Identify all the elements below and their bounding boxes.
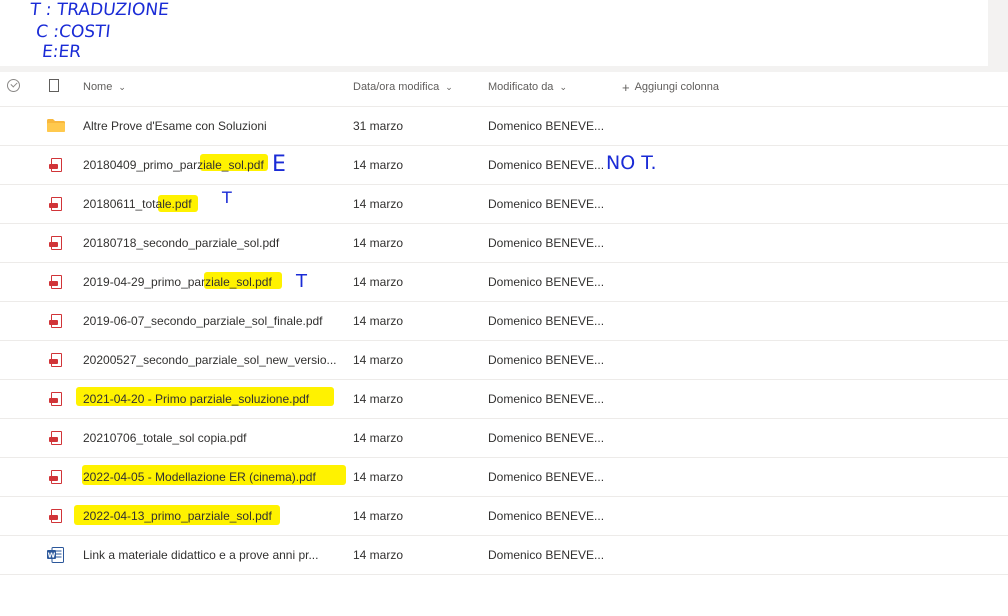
handwritten-note-line1: T : TRADUZIONE — [28, 0, 170, 20]
file-name[interactable]: 20180409_primo_parziale_sol.pdf — [83, 158, 264, 172]
modified-date: 14 marzo — [353, 314, 404, 328]
list-item[interactable]: 2019-04-29_primo_parziale_sol.pdf 14 mar… — [0, 263, 1008, 302]
file-name[interactable]: 2022-04-13_primo_parziale_sol.pdf — [83, 509, 272, 523]
header-modified-by-label: Modificato da — [488, 81, 554, 93]
svg-text:W: W — [48, 552, 56, 560]
list-item[interactable]: 2022-04-13_primo_parziale_sol.pdf 14 mar… — [0, 497, 1008, 536]
list-item[interactable]: 20210706_totale_sol copia.pdf 14 marzo D… — [0, 419, 1008, 458]
list-item[interactable]: 2022-04-05 - Modellazione ER (cinema).pd… — [0, 458, 1008, 497]
modified-date: 14 marzo — [353, 431, 404, 445]
pdf-icon — [49, 509, 63, 524]
chevron-down-icon: ⌄ — [118, 81, 126, 92]
list-item[interactable]: 20200527_secondo_parziale_sol_new_versio… — [0, 341, 1008, 380]
modified-by: Domenico BENEVE... — [488, 158, 605, 172]
chevron-down-icon: ⌄ — [559, 81, 567, 92]
file-name[interactable]: 2019-04-29_primo_parziale_sol.pdf — [83, 275, 272, 289]
header-modified[interactable]: Data/ora modifica ⌄ — [353, 80, 453, 94]
pdf-icon — [49, 197, 63, 212]
modified-by: Domenico BENEVE... — [488, 353, 605, 367]
file-name[interactable]: 20180611_totale.pdf — [83, 197, 192, 211]
header-modified-by[interactable]: Modificato da ⌄ — [488, 80, 567, 94]
file-name[interactable]: 20180718_secondo_parziale_sol.pdf — [83, 236, 279, 250]
header-name-label: Nome — [83, 81, 113, 93]
handwritten-mark-t: T — [296, 271, 307, 292]
file-list: Altre Prove d'Esame con Soluzioni 31 mar… — [0, 107, 1008, 575]
modified-by: Domenico BENEVE... — [488, 509, 605, 523]
list-item[interactable]: 2021-04-20 - Primo parziale_soluzione.pd… — [0, 380, 1008, 419]
file-name[interactable]: Link a materiale didattico e a prove ann… — [83, 548, 318, 562]
pdf-icon — [49, 275, 63, 290]
word-document-icon: W — [47, 547, 64, 563]
modified-date: 14 marzo — [353, 275, 404, 289]
list-item[interactable]: 20180718_secondo_parziale_sol.pdf 14 mar… — [0, 224, 1008, 263]
header-name[interactable]: Nome ⌄ — [83, 80, 126, 94]
file-name[interactable]: 2022-04-05 - Modellazione ER (cinema).pd… — [83, 470, 316, 484]
pdf-icon — [49, 314, 63, 329]
list-item[interactable]: W Link a materiale didattico e a prove a… — [0, 536, 1008, 575]
chevron-down-icon: ⌄ — [445, 81, 453, 92]
handwritten-note-line3: E:ER — [40, 42, 83, 62]
list-item[interactable]: 20180611_totale.pdf 14 marzo Domenico BE… — [0, 185, 1008, 224]
handwritten-mark-t: T — [222, 188, 232, 207]
modified-date: 14 marzo — [353, 197, 404, 211]
file-type-icon — [49, 79, 59, 92]
list-item[interactable]: 2019-06-07_secondo_parziale_sol_finale.p… — [0, 302, 1008, 341]
modified-by: Domenico BENEVE... — [488, 431, 605, 445]
modified-by: Domenico BENEVE... — [488, 119, 605, 133]
modified-date: 14 marzo — [353, 470, 404, 484]
modified-by: Domenico BENEVE... — [488, 197, 605, 211]
list-item[interactable]: 20180409_primo_parziale_sol.pdf 14 marzo… — [0, 146, 1008, 185]
modified-date: 14 marzo — [353, 158, 404, 172]
modified-by: Domenico BENEVE... — [488, 314, 605, 328]
add-column-label: Aggiungi colonna — [634, 81, 719, 93]
file-name[interactable]: 2021-04-20 - Primo parziale_soluzione.pd… — [83, 392, 309, 406]
handwritten-note-not: NO T. — [606, 152, 657, 174]
file-name[interactable]: 20200527_secondo_parziale_sol_new_versio… — [83, 353, 337, 367]
file-name[interactable]: 2019-06-07_secondo_parziale_sol_finale.p… — [83, 314, 323, 328]
modified-date: 14 marzo — [353, 353, 404, 367]
pdf-icon — [49, 353, 63, 368]
modified-by: Domenico BENEVE... — [488, 236, 605, 250]
pdf-icon — [49, 470, 63, 485]
pdf-icon — [49, 236, 63, 251]
modified-by: Domenico BENEVE... — [488, 392, 605, 406]
modified-date: 31 marzo — [353, 119, 404, 133]
plus-icon: + — [622, 79, 630, 95]
file-name[interactable]: Altre Prove d'Esame con Soluzioni — [83, 119, 267, 133]
header-modified-label: Data/ora modifica — [353, 81, 440, 93]
folder-icon — [47, 119, 65, 132]
pdf-icon — [49, 392, 63, 407]
pdf-icon — [49, 158, 63, 173]
pdf-icon — [49, 431, 63, 446]
modified-date: 14 marzo — [353, 236, 404, 250]
modified-date: 14 marzo — [353, 392, 404, 406]
modified-date: 14 marzo — [353, 509, 404, 523]
modified-by: Domenico BENEVE... — [488, 548, 605, 562]
file-name[interactable]: 20210706_totale_sol copia.pdf — [83, 431, 246, 445]
modified-by: Domenico BENEVE... — [488, 275, 605, 289]
select-all-checkbox[interactable] — [7, 79, 20, 92]
modified-by: Domenico BENEVE... — [488, 470, 605, 484]
modified-date: 14 marzo — [353, 548, 404, 562]
handwritten-mark-e: E — [272, 152, 286, 177]
add-column-button[interactable]: + Aggiungi colonna — [622, 79, 719, 95]
handwritten-note-line2: C :COSTI — [34, 22, 112, 42]
list-item[interactable]: Altre Prove d'Esame con Soluzioni 31 mar… — [0, 107, 1008, 146]
